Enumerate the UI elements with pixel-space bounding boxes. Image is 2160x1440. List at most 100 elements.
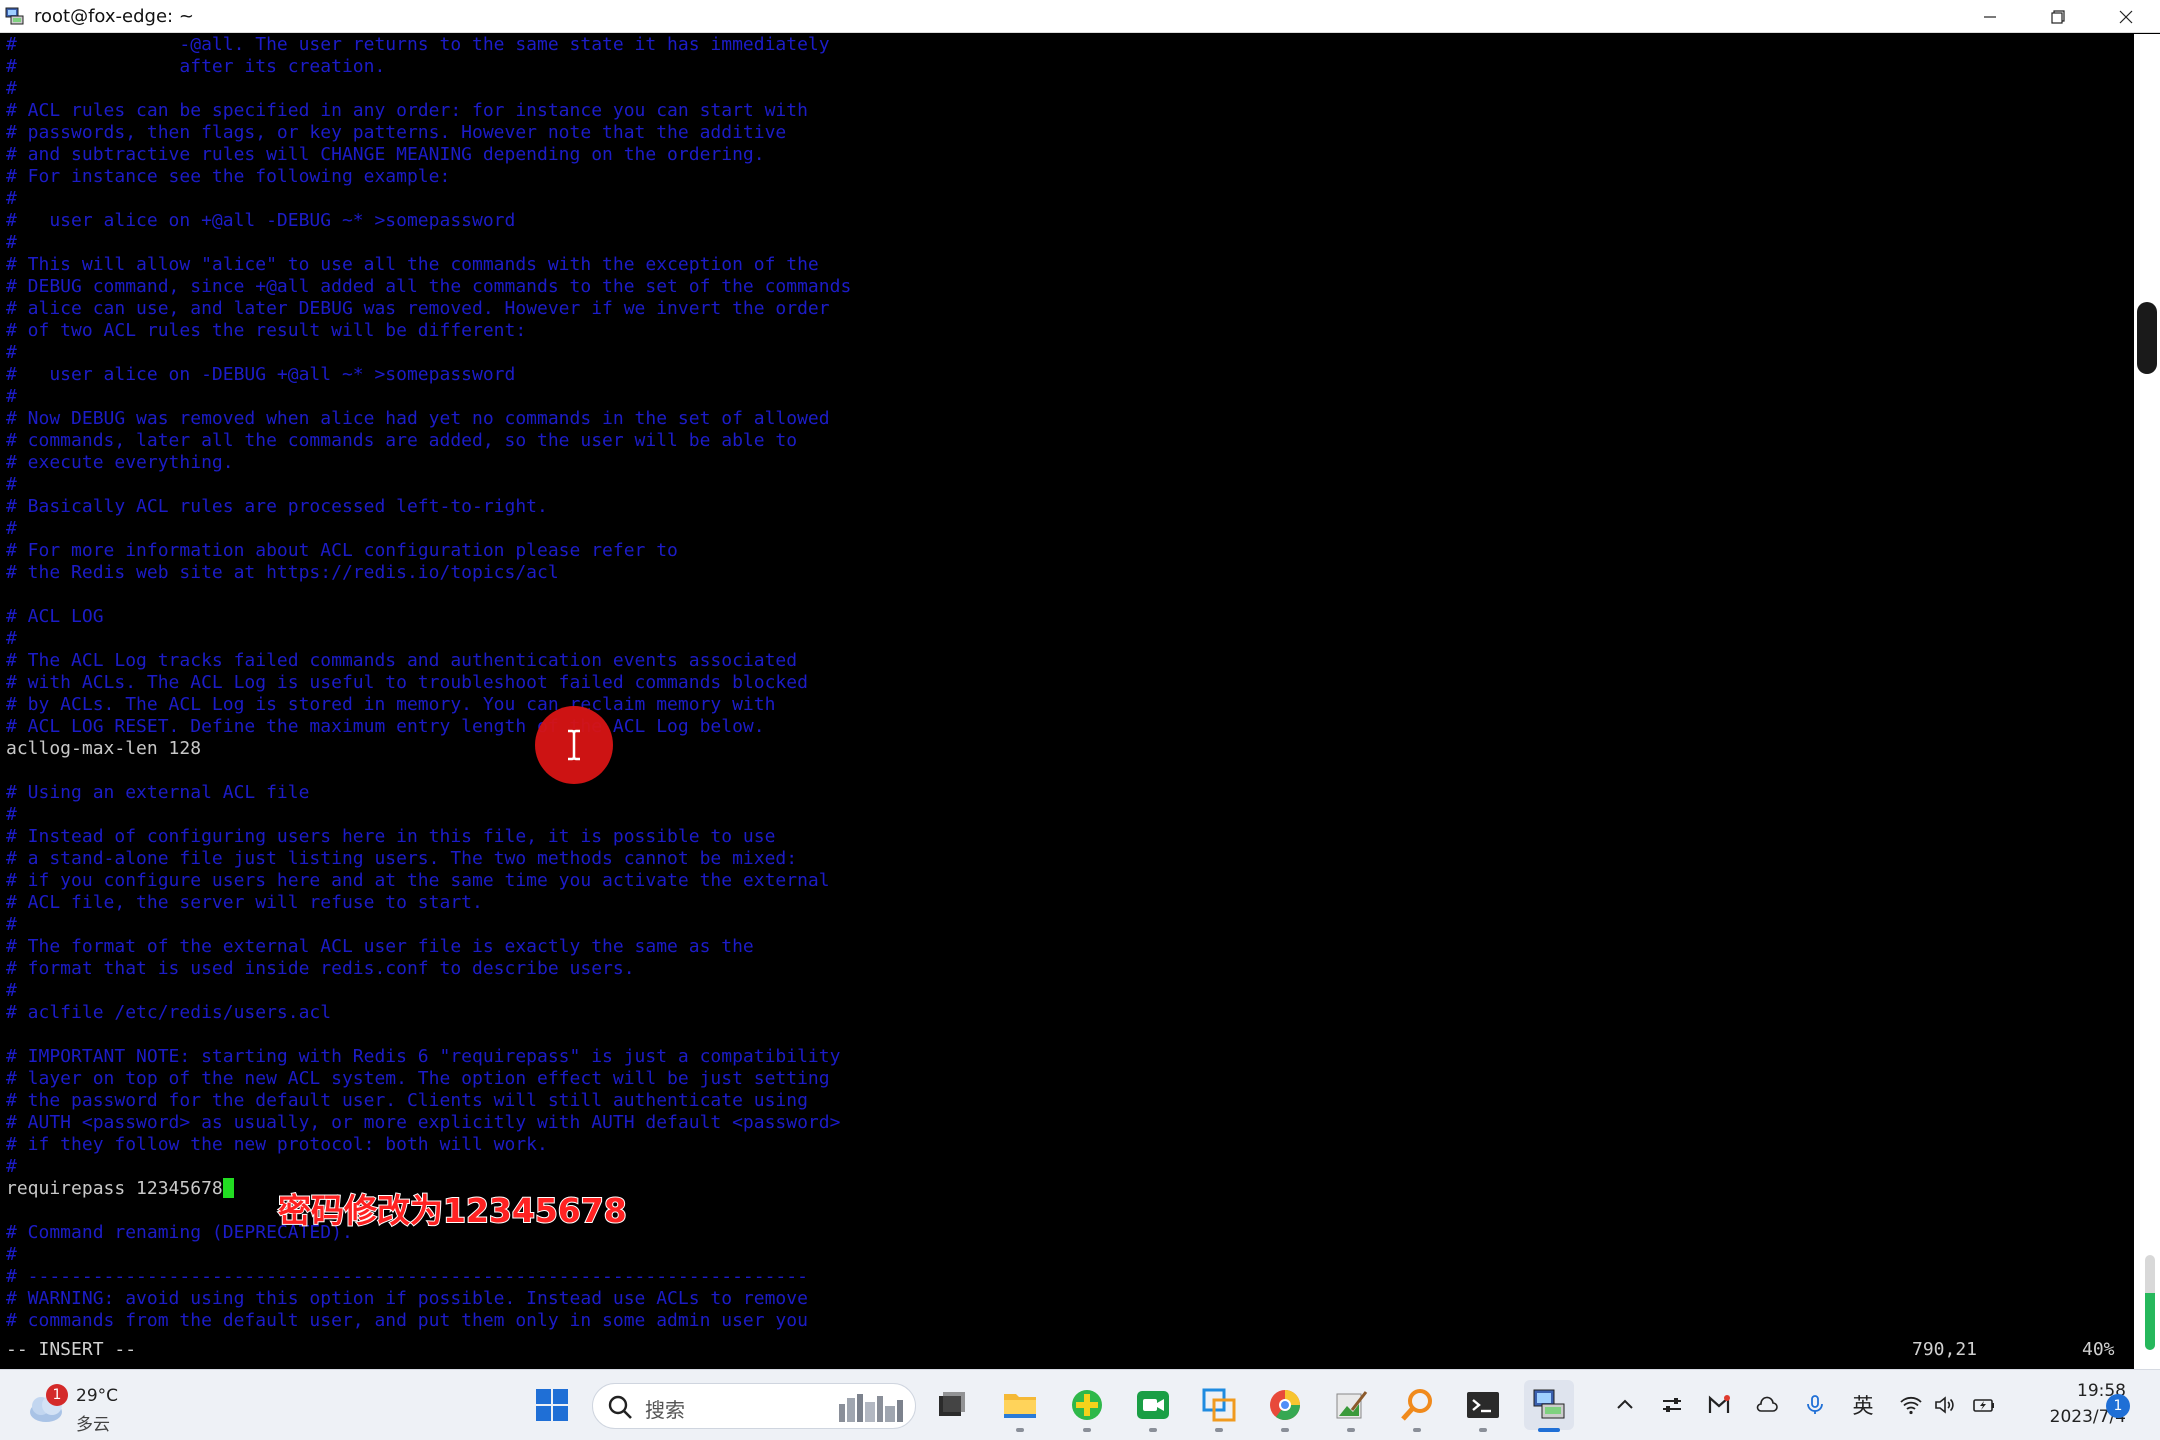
file-explorer-button[interactable] — [995, 1380, 1045, 1432]
config-comment-line: # aclfile /etc/redis/users.acl — [6, 1002, 332, 1023]
putty-icon — [1533, 1389, 1565, 1419]
config-comment-line: # ACL rules can be specified in any orde… — [6, 100, 808, 121]
taskbar: 1 29°C 多云 搜索 英 19:58 2023/7/4 1 — [0, 1369, 2160, 1440]
video-caption: 密码修改为12345678 — [277, 1190, 628, 1231]
config-comment-line: # if they follow the new protocol: both … — [6, 1134, 548, 1155]
tray-mail-button[interactable] — [1704, 1390, 1734, 1420]
config-comment-line: # execute everything. — [6, 452, 234, 473]
config-comment-line: # WARNING: avoid using this option if po… — [6, 1288, 808, 1309]
onedrive-button[interactable] — [1752, 1390, 1782, 1420]
config-comment-line: # commands from the default user, and pu… — [6, 1310, 808, 1331]
battery-button[interactable] — [1969, 1390, 1999, 1420]
volume-level-fill — [2145, 1293, 2155, 1350]
config-comment-line: # ACL LOG — [6, 606, 104, 627]
wifi-button[interactable] — [1896, 1390, 1926, 1420]
terminal-content[interactable]: # -@all. The user returns to the same st… — [0, 34, 2134, 1369]
config-comment-line: # — [6, 980, 17, 1001]
running-indicator — [1479, 1428, 1487, 1432]
config-comment-line: # user alice on +@all -DEBUG ~* >somepas… — [6, 210, 516, 231]
restore-button[interactable] — [2024, 0, 2092, 33]
config-comment-line: # DEBUG command, since +@all added all t… — [6, 276, 852, 297]
config-comment-line: # AUTH <password> as usually, or more ex… — [6, 1112, 841, 1133]
video-camera-icon — [1137, 1391, 1169, 1419]
scroll-percent: 40% — [2082, 1339, 2115, 1360]
volume-button[interactable] — [1930, 1390, 1960, 1420]
config-comment-line: # ACL file, the server will refuse to st… — [6, 892, 483, 913]
microphone-button[interactable] — [1800, 1390, 1830, 1420]
config-comment-line: # after its creation. — [6, 56, 386, 77]
config-comment-line: # of two ACL rules the result will be di… — [6, 320, 527, 341]
green-plus-app-icon — [1072, 1390, 1102, 1420]
config-comment-line: # — [6, 232, 17, 253]
putty-taskbar-button[interactable] — [1524, 1380, 1574, 1432]
minimize-button[interactable] — [1956, 0, 2024, 33]
tray-settings-button[interactable] — [1657, 1390, 1687, 1420]
config-comment-line: # -@all. The user returns to the same st… — [6, 34, 830, 55]
config-comment-line: # For instance see the following example… — [6, 166, 451, 187]
image-editor-button[interactable] — [1326, 1380, 1376, 1432]
app-green-plus-button[interactable] — [1062, 1380, 1112, 1432]
restore-icon — [2051, 9, 2065, 24]
config-comment-line: # — [6, 914, 17, 935]
config-comment-line: # if you configure users here and at the… — [6, 870, 830, 891]
magnifier-app-icon — [1401, 1389, 1432, 1421]
weather-widget[interactable]: 1 29°C 多云 — [22, 1376, 132, 1435]
config-directive-line: acllog-max-len 128 — [6, 738, 202, 759]
microphone-icon — [1807, 1395, 1823, 1414]
config-comment-line: # the Redis web site at https://redis.io… — [6, 562, 559, 583]
config-comment-line: # For more information about ACL configu… — [6, 540, 678, 561]
config-comment-line: # — [6, 474, 17, 495]
remote-desktop-icon — [1202, 1388, 1236, 1422]
video-meeting-button[interactable] — [1128, 1380, 1178, 1432]
close-button[interactable] — [2092, 0, 2160, 33]
remote-desktop-button[interactable] — [1194, 1380, 1244, 1432]
task-view-icon — [939, 1392, 965, 1416]
search-icon — [608, 1395, 632, 1419]
task-view-button[interactable] — [927, 1380, 977, 1430]
show-hidden-icons-button[interactable] — [1610, 1390, 1640, 1420]
speaker-icon — [1935, 1396, 1954, 1414]
scrollbar-thumb[interactable] — [2137, 302, 2157, 374]
config-comment-line: # Instead of configuring users here in t… — [6, 826, 776, 847]
search-highlight-art-icon — [839, 1394, 903, 1422]
putty-icon — [5, 7, 24, 25]
config-comment-line: # user alice on -DEBUG +@all ~* >somepas… — [6, 364, 516, 385]
text-cursor-block — [222, 1178, 234, 1198]
image-editor-icon — [1336, 1391, 1368, 1419]
terminal-icon — [1467, 1392, 1499, 1418]
minimize-icon — [1984, 15, 1996, 18]
config-comment-line: # with ACLs. The ACL Log is useful to tr… — [6, 672, 808, 693]
weather-condition: 多云 — [76, 1415, 110, 1435]
vim-mode-indicator: -- INSERT -- — [6, 1339, 137, 1360]
config-comment-line: # — [6, 78, 17, 99]
active-indicator — [1538, 1428, 1560, 1432]
browser-button[interactable] — [1260, 1380, 1310, 1432]
input-method-button[interactable]: 英 — [1848, 1390, 1878, 1420]
running-indicator — [1215, 1428, 1223, 1432]
config-comment-line: # — [6, 518, 17, 539]
terminal-scrollbar[interactable] — [2134, 34, 2160, 1369]
config-comment-line: # the password for the default user. Cli… — [6, 1090, 808, 1111]
window-title: root@fox-edge: ~ — [34, 5, 194, 27]
config-comment-line: # — [6, 342, 17, 363]
close-icon — [2119, 10, 2133, 23]
folder-icon — [1004, 1394, 1036, 1418]
cursor-line: requirepass 12345678 — [6, 1178, 234, 1200]
config-comment-line: # layer on top of the new ACL system. Th… — [6, 1068, 830, 1089]
running-indicator — [1413, 1428, 1421, 1432]
cloud-icon — [1756, 1396, 1778, 1412]
running-indicator — [1083, 1428, 1091, 1432]
terminal-button[interactable] — [1458, 1380, 1508, 1432]
notification-count-badge[interactable]: 1 — [2106, 1394, 2130, 1418]
sliders-icon — [1663, 1398, 1681, 1412]
search-tool-button[interactable] — [1392, 1380, 1442, 1432]
taskbar-search-box[interactable]: 搜索 — [592, 1383, 916, 1429]
window-controls — [1956, 0, 2160, 33]
windows-start-button[interactable] — [527, 1380, 577, 1430]
config-comment-line: # by ACLs. The ACL Log is stored in memo… — [6, 694, 776, 715]
running-indicator — [1281, 1428, 1289, 1432]
windows-logo-icon — [536, 1389, 568, 1421]
config-comment-line: # commands, later all the commands are a… — [6, 430, 798, 451]
volume-level-indicator — [2145, 1255, 2155, 1350]
config-comment-line: # — [6, 628, 17, 649]
